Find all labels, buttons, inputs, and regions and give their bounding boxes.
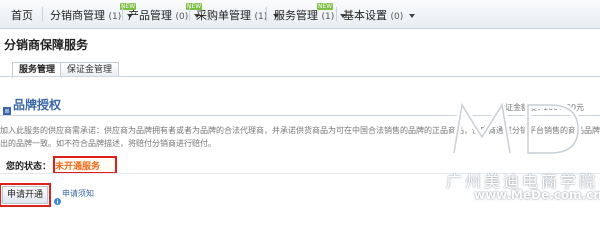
nav-item-count: (1) [321,12,335,22]
nav-divider [42,7,43,21]
top-nav: 首页 分销商管理 (1) NEW 产品管理 (0) NEW 采购单管理 (1) … [0,0,600,29]
nav-item-settings[interactable]: 基本设置 (0) [343,7,415,23]
apply-button[interactable]: 申请开通 [0,183,51,207]
chevron-down-icon [408,14,415,18]
nav-divider [189,7,190,21]
nav-item-services[interactable]: 服务管理 (1) NEW [274,3,346,23]
nav-divider [266,7,267,21]
section-title: 品牌授权 [13,98,62,112]
status-value: 未开通服务 [55,162,101,172]
nav-item-label: 分销商管理 [50,9,105,22]
nav-item-home[interactable]: 首页 [11,7,33,23]
nav-item-distributors[interactable]: 分销商管理 (1) NEW [50,3,137,23]
nav-item-label: 产品管理 [128,9,172,22]
nav-item-label: 基本设置 [343,9,387,22]
nav-item-label: 服务管理 [274,9,318,22]
tab-deposit-management[interactable]: 保证金管理 [60,62,120,77]
nav-item-count: (0) [390,12,404,22]
watermark-logo [446,97,586,163]
nav-item-count: (0) [175,12,189,22]
tabs-divider [0,76,600,77]
nav-item-label: 采购单管理 [196,9,251,22]
help-icon [54,190,61,209]
new-badge: NEW [317,3,334,10]
nav-divider [122,7,123,21]
nav-item-label: 首页 [11,9,33,22]
nav-divider [336,7,337,21]
section-bullet-icon [3,100,11,119]
watermark-url: www.MeDe.com.cn [474,188,600,202]
nav-item-count: (1) [108,12,122,22]
page-title: 分销商保障服务 [4,38,89,52]
status-label: 您的状态： [6,162,52,172]
application-notice-link[interactable]: 申请须知 [62,188,94,199]
